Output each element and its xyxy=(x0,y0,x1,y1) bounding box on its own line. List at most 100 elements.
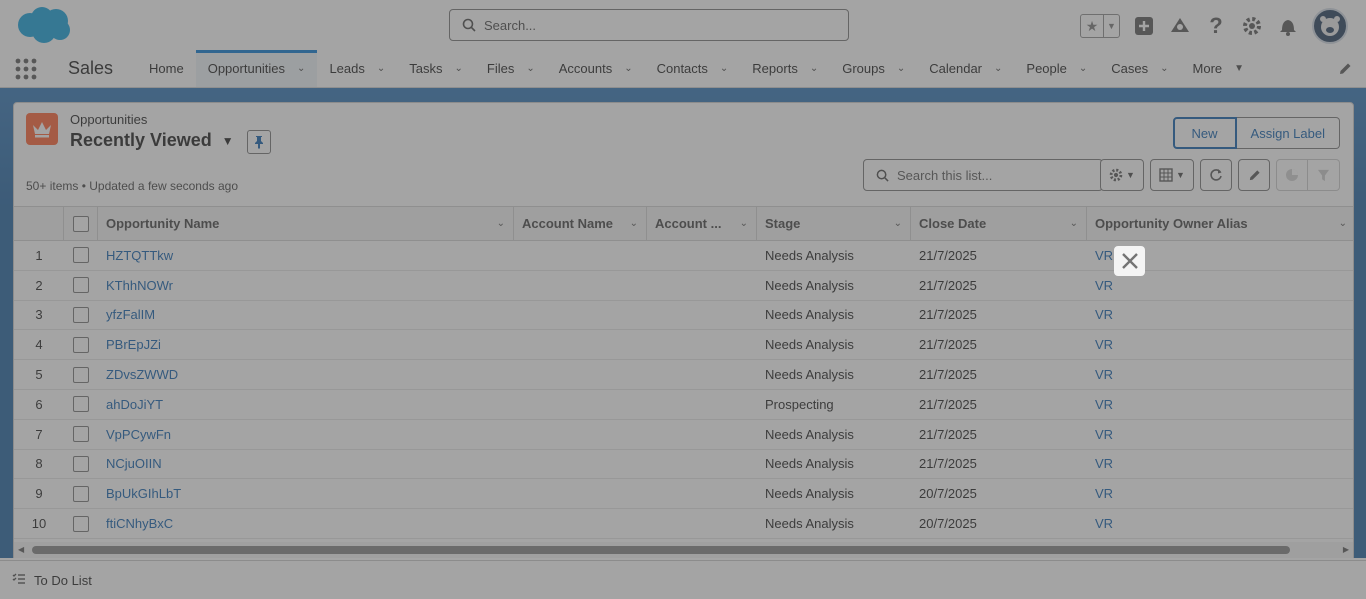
nav-tab-reports[interactable]: Reports ⌄ xyxy=(740,50,830,87)
row-select-checkbox[interactable] xyxy=(73,396,89,413)
row-select-checkbox[interactable] xyxy=(73,515,89,532)
chevron-down-icon[interactable]: ⌄ xyxy=(377,63,385,74)
chevron-down-icon[interactable]: ⌄ xyxy=(740,218,748,229)
row-select-checkbox[interactable] xyxy=(73,277,89,294)
global-actions-icon[interactable] xyxy=(1132,14,1156,38)
row-select-checkbox[interactable] xyxy=(73,247,89,264)
display-as-button[interactable]: ▼ xyxy=(1150,159,1194,191)
edit-nav-pencil-icon[interactable] xyxy=(1338,62,1352,79)
chevron-down-icon[interactable]: ⌄ xyxy=(497,218,505,229)
opportunity-name-link[interactable]: ZDvsZWWD xyxy=(106,367,178,382)
table-row: 8 NCjuOIIN Needs Analysis 21/7/2025 VR xyxy=(14,450,1353,480)
row-select-checkbox[interactable] xyxy=(73,426,89,443)
column-header-close-date[interactable]: Close Date ⌄ xyxy=(911,207,1087,240)
app-launcher-icon[interactable] xyxy=(0,50,52,87)
search-this-list-input[interactable]: Search this list... xyxy=(863,159,1103,191)
new-button[interactable]: New xyxy=(1172,117,1237,149)
opportunity-name-link[interactable]: PBrEpJZi xyxy=(106,337,161,352)
owner-alias-link[interactable]: VR xyxy=(1095,427,1113,442)
chevron-down-icon[interactable]: ⌄ xyxy=(454,63,462,74)
filters-button[interactable] xyxy=(1308,159,1340,191)
chevron-down-icon[interactable]: ⌄ xyxy=(720,63,728,74)
select-all-checkbox[interactable] xyxy=(72,215,89,232)
owner-alias-link[interactable]: VR xyxy=(1095,337,1113,352)
global-search-input[interactable]: Search... xyxy=(449,9,849,41)
charts-button[interactable] xyxy=(1276,159,1308,191)
nav-tab-contacts[interactable]: Contacts ⌄ xyxy=(645,50,741,87)
scroll-left-arrow-icon[interactable]: ◀ xyxy=(18,545,24,554)
row-select-checkbox[interactable] xyxy=(73,485,89,502)
chevron-down-icon[interactable]: ⌄ xyxy=(810,63,818,74)
opportunity-name-link[interactable]: VpPCywFn xyxy=(106,427,171,442)
row-select-checkbox[interactable] xyxy=(73,366,89,383)
opportunity-crown-icon xyxy=(26,113,58,145)
chevron-down-icon[interactable]: ⌄ xyxy=(526,63,534,74)
list-view-selector[interactable]: Recently Viewed ▼ xyxy=(70,130,234,151)
owner-alias-link[interactable]: VR xyxy=(1095,516,1113,531)
owner-alias-link[interactable]: VR xyxy=(1095,397,1113,412)
opportunity-name-link[interactable]: NCjuOIIN xyxy=(106,456,162,471)
scroll-right-arrow-icon[interactable]: ▶ xyxy=(1343,545,1349,554)
chevron-down-icon[interactable]: ⌄ xyxy=(894,218,902,229)
chevron-down-icon[interactable]: ⌄ xyxy=(1070,218,1078,229)
salesforce-logo[interactable] xyxy=(14,5,74,45)
trailhead-icon[interactable] xyxy=(1168,14,1192,38)
opportunity-name-link[interactable]: ftiCNhyBxC xyxy=(106,516,173,531)
owner-alias-link[interactable]: VR xyxy=(1095,456,1113,471)
favorite-star-icon[interactable]: ★ xyxy=(1081,15,1103,37)
notifications-bell-icon[interactable] xyxy=(1276,14,1300,38)
refresh-button[interactable] xyxy=(1200,159,1232,191)
chevron-down-icon[interactable]: ⌄ xyxy=(1339,218,1347,229)
chevron-down-icon[interactable]: ⌄ xyxy=(624,63,632,74)
favorites-dropdown-icon[interactable]: ▼ xyxy=(1103,15,1119,37)
column-header-owner-alias[interactable]: Opportunity Owner Alias ⌄ xyxy=(1087,207,1353,240)
setup-gear-icon[interactable] xyxy=(1240,14,1264,38)
pin-list-view-button[interactable] xyxy=(247,130,271,154)
todo-list-label[interactable]: To Do List xyxy=(34,573,92,588)
owner-alias-link[interactable]: VR xyxy=(1095,248,1113,263)
column-header-account-name[interactable]: Account Name ⌄ xyxy=(514,207,647,240)
nav-tab-tasks[interactable]: Tasks ⌄ xyxy=(397,50,475,87)
nav-tab-leads[interactable]: Leads ⌄ xyxy=(317,50,397,87)
todo-list-icon[interactable] xyxy=(12,573,26,588)
close-icon[interactable] xyxy=(1114,246,1145,276)
owner-alias-link[interactable]: VR xyxy=(1095,367,1113,382)
horizontal-scrollbar[interactable]: ◀ ▶ xyxy=(14,542,1353,558)
column-header-opportunity-name[interactable]: Opportunity Name ⌄ xyxy=(98,207,514,240)
nav-tab-groups[interactable]: Groups ⌄ xyxy=(830,50,917,87)
opportunity-name-link[interactable]: BpUkGIhLbT xyxy=(106,486,181,501)
opportunity-name-link[interactable]: ahDoJiYT xyxy=(106,397,163,412)
chevron-down-icon[interactable]: ⌄ xyxy=(297,63,305,74)
inline-edit-button[interactable] xyxy=(1238,159,1270,191)
nav-tab-more[interactable]: More ▼ xyxy=(1181,50,1257,87)
opportunity-name-link[interactable]: HZTQTTkw xyxy=(106,248,173,263)
list-settings-button[interactable]: ▼ xyxy=(1100,159,1144,191)
owner-alias-link[interactable]: VR xyxy=(1095,486,1113,501)
nav-tab-cases[interactable]: Cases ⌄ xyxy=(1099,50,1180,87)
assign-label-button[interactable]: Assign Label xyxy=(1236,117,1340,149)
nav-tab-files[interactable]: Files ⌄ xyxy=(475,50,547,87)
nav-tab-home[interactable]: Home xyxy=(137,50,196,87)
help-icon[interactable]: ? xyxy=(1204,13,1228,38)
scrollbar-thumb[interactable] xyxy=(32,546,1290,554)
row-select-checkbox[interactable] xyxy=(73,336,89,353)
nav-tab-calendar[interactable]: Calendar ⌄ xyxy=(917,50,1014,87)
column-header-stage[interactable]: Stage ⌄ xyxy=(757,207,911,240)
opportunity-name-link[interactable]: yfzFalIM xyxy=(106,307,155,322)
chevron-down-icon[interactable]: ⌄ xyxy=(897,63,905,74)
user-avatar[interactable] xyxy=(1312,8,1348,44)
chevron-down-icon[interactable]: ⌄ xyxy=(630,218,638,229)
chevron-down-icon[interactable]: ⌄ xyxy=(1079,63,1087,74)
nav-tab-accounts[interactable]: Accounts ⌄ xyxy=(547,50,645,87)
column-header-account-truncated[interactable]: Account ... ⌄ xyxy=(647,207,757,240)
chevron-down-icon[interactable]: ⌄ xyxy=(994,63,1002,74)
chevron-down-icon[interactable]: ▼ xyxy=(1234,63,1244,74)
nav-tab-opportunities[interactable]: Opportunities ⌄ xyxy=(195,50,318,87)
nav-tab-people[interactable]: People ⌄ xyxy=(1014,50,1099,87)
row-select-checkbox[interactable] xyxy=(73,306,89,323)
row-select-checkbox[interactable] xyxy=(73,455,89,472)
owner-alias-link[interactable]: VR xyxy=(1095,307,1113,322)
chevron-down-icon[interactable]: ⌄ xyxy=(1160,63,1168,74)
opportunity-name-link[interactable]: KThhNOWr xyxy=(106,278,173,293)
owner-alias-link[interactable]: VR xyxy=(1095,278,1113,293)
